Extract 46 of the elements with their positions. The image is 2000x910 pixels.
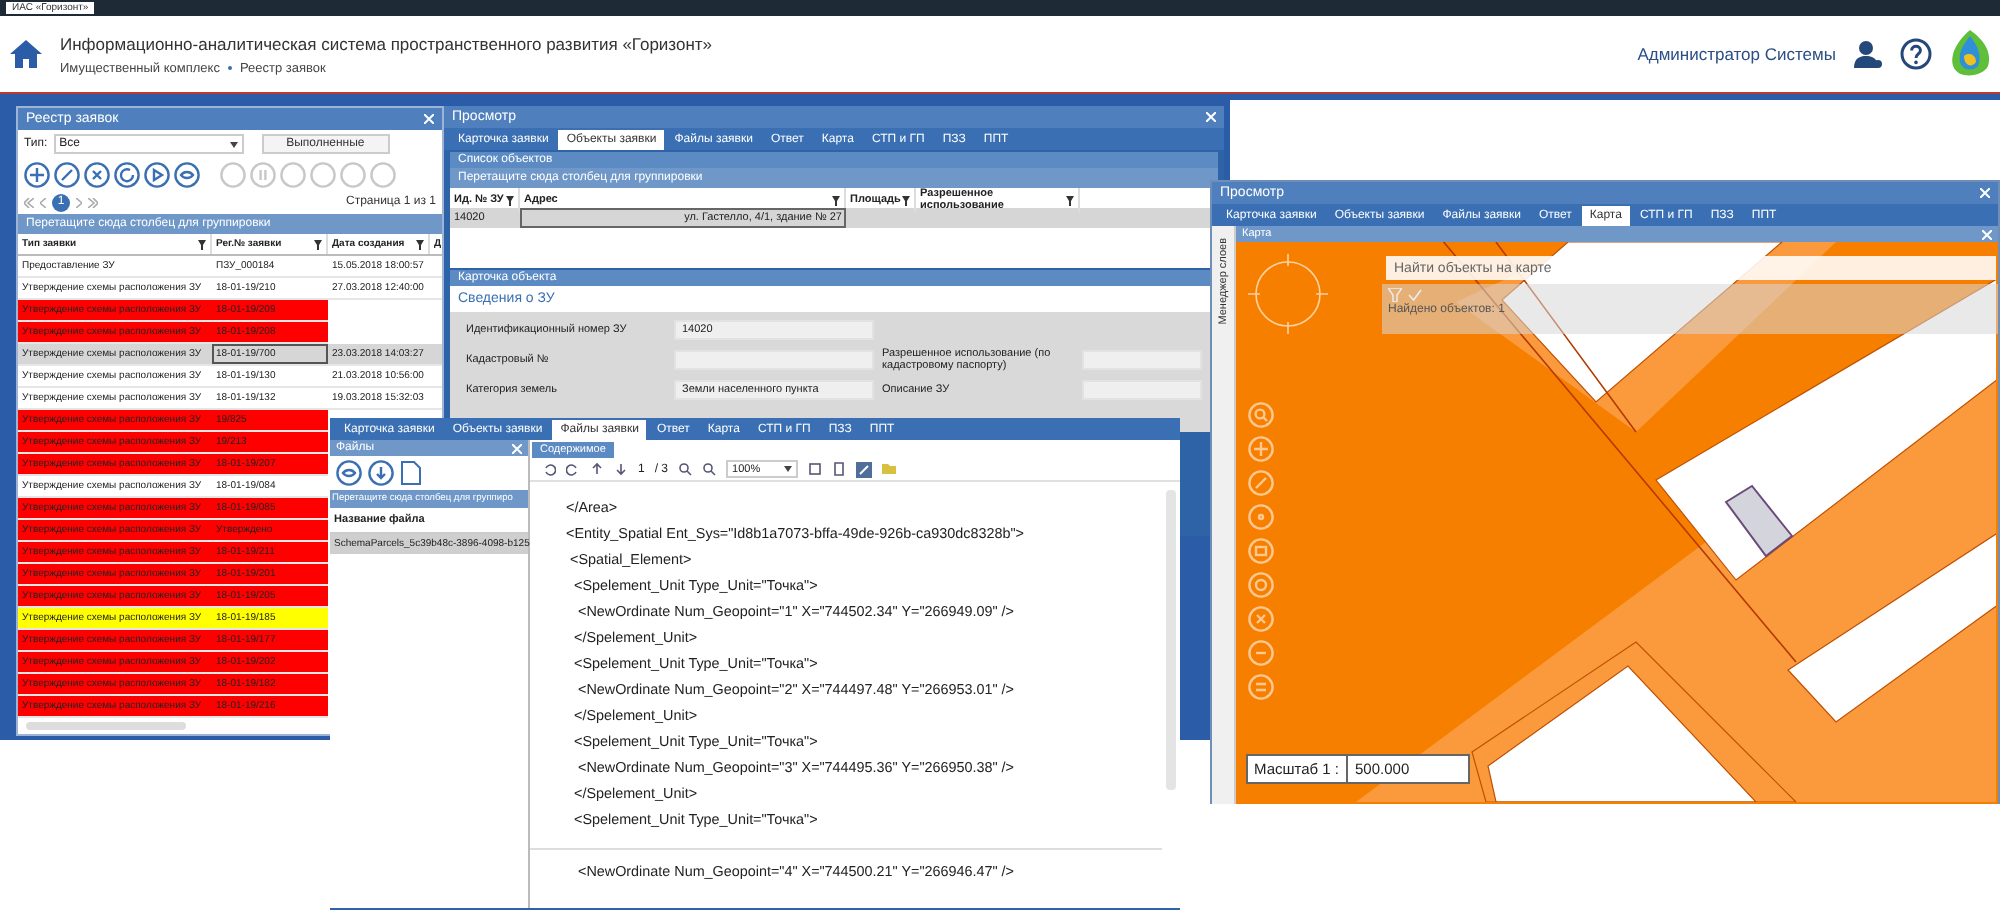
down-arrow-icon[interactable] — [614, 462, 628, 476]
filter-icon[interactable] — [832, 195, 840, 205]
refresh-icon[interactable] — [114, 161, 140, 187]
up-arrow-icon[interactable] — [590, 462, 604, 476]
filter-icon[interactable] — [314, 239, 322, 249]
scrollbar[interactable] — [1166, 490, 1176, 790]
caret-icon — [229, 141, 238, 147]
close-icon[interactable] — [512, 443, 522, 453]
filter-icon[interactable] — [198, 239, 206, 249]
close-icon[interactable] — [1982, 229, 1992, 239]
filter-icon[interactable] — [1066, 195, 1074, 205]
filter-icon[interactable] — [902, 195, 910, 205]
next-page-icon[interactable] — [76, 197, 82, 207]
previous-page-icon[interactable] — [40, 197, 46, 207]
filter-icon[interactable] — [416, 239, 424, 249]
home-icon[interactable] — [8, 38, 44, 70]
separator-dot — [227, 66, 232, 70]
app-title: Информационно-аналитическая система пространственного развития «Горизонт» — [60, 33, 715, 53]
eye-icon[interactable] — [174, 161, 200, 187]
user-icon[interactable] — [1852, 38, 1884, 70]
add-icon[interactable] — [24, 161, 50, 187]
help-icon[interactable] — [1900, 38, 1932, 70]
undo-icon[interactable] — [542, 462, 556, 476]
scrollbar[interactable] — [26, 722, 186, 730]
zoom-out-icon[interactable] — [678, 462, 693, 476]
close-icon[interactable] — [424, 114, 434, 124]
redo-icon[interactable] — [566, 462, 580, 476]
last-page-icon[interactable] — [88, 197, 98, 207]
close-icon[interactable] — [1980, 188, 1990, 198]
page-icon[interactable] — [832, 462, 847, 476]
delete-icon[interactable] — [84, 161, 110, 187]
download-icon[interactable] — [368, 460, 394, 486]
eye-icon[interactable] — [336, 460, 362, 486]
first-page-icon[interactable] — [24, 197, 34, 207]
check-icon[interactable] — [1408, 288, 1422, 302]
filter-icon[interactable] — [506, 195, 514, 205]
user-name[interactable]: Администратор Системы — [1637, 44, 1836, 64]
close-icon[interactable] — [1206, 112, 1216, 122]
zoom-in-icon[interactable] — [702, 462, 717, 476]
text-select-icon[interactable] — [856, 461, 873, 477]
play-icon[interactable] — [144, 161, 170, 187]
document-icon[interactable] — [400, 460, 422, 486]
caret-icon — [784, 466, 793, 472]
logo-icon — [1948, 28, 1992, 80]
edit-icon[interactable] — [54, 161, 80, 187]
fit-page-icon[interactable] — [808, 462, 823, 476]
